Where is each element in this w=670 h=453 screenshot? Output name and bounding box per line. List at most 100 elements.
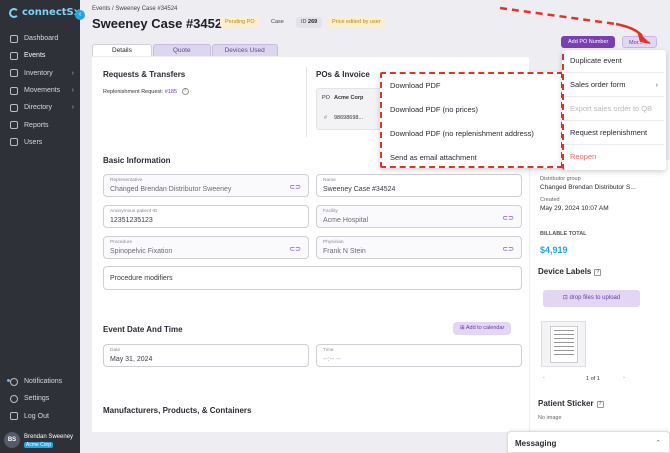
sidebar-item-dashboard[interactable]: Dashboard [0, 30, 80, 47]
field-label: Anonymous patient ID [110, 209, 158, 214]
field-value: --:-- -- [323, 356, 341, 363]
sidebar-item-settings[interactable]: Settings [0, 390, 80, 407]
help-icon: ? [181, 88, 189, 95]
sales-order-form-item[interactable]: Sales order form [570, 80, 625, 89]
gear-icon [10, 394, 18, 403]
next-page-icon[interactable]: › [623, 375, 625, 381]
field-value: May 31, 2024 [110, 356, 153, 363]
sidebar-item-movements[interactable]: Movements › [0, 82, 80, 99]
upload-icon: ⊡ [562, 295, 568, 301]
download-menu: Download PDF Download PDF (no prices) Do… [380, 72, 563, 168]
divider [306, 67, 307, 137]
procedure-modifiers-field[interactable]: Procedure modifiers [103, 266, 522, 290]
download-pdf-no-prices-item[interactable]: Download PDF (no prices) [390, 105, 478, 114]
tab-devices-used[interactable]: Devices Used [211, 44, 278, 56]
logo[interactable]: connectSx [9, 7, 80, 18]
chevron-right-icon: › [71, 104, 74, 112]
procedure-field[interactable]: Procedure Spinopelvic Fixation ⊂⊃ [103, 236, 309, 259]
messaging-title: Messaging [515, 439, 557, 448]
calendar-plus-icon: ⊞ [460, 325, 465, 331]
patient-sticker-title: Patient Sticker? [538, 399, 604, 408]
user-name: Brendan Sweeney [24, 433, 74, 440]
sidebar-bottom: Notifications Settings Log Out [0, 373, 80, 425]
download-pdf-item[interactable]: Download PDF [390, 81, 440, 90]
link-icon[interactable]: ⊂⊃ [502, 245, 514, 253]
sidebar-item-notifications[interactable]: Notifications [0, 373, 80, 390]
representative-field[interactable]: Representative Changed Brendan Distribut… [103, 174, 309, 197]
notification-dot [7, 379, 10, 382]
sidebar-item-events[interactable]: Events [0, 47, 80, 64]
reopen-item[interactable]: Reopen [570, 152, 596, 161]
facility-field[interactable]: Facility Acme Hospital ⊂⊃ [316, 205, 522, 228]
sidebar-item-label: Dashboard [24, 35, 59, 43]
hash-icon: # [324, 115, 328, 121]
sidebar-item-label: Log Out [24, 412, 49, 420]
sidebar-item-label: Events [24, 52, 46, 60]
pager: 1 of 1 [586, 376, 600, 382]
export-qb-item: Export sales order to QB [570, 104, 653, 113]
sidebar-item-directory[interactable]: Directory › [0, 99, 80, 116]
add-calendar-label: Add to calendar [465, 325, 505, 331]
grid-icon [10, 34, 18, 43]
download-pdf-no-replenishment-item[interactable]: Download PDF (no replenishment address) [390, 129, 534, 138]
help-icon[interactable]: ? [594, 269, 602, 276]
field-value: Frank N Stein [323, 248, 366, 255]
replenishment-link[interactable]: #185 [165, 89, 177, 95]
chevron-right-icon: › [71, 87, 74, 95]
prev-page-icon[interactable]: ‹ [543, 375, 545, 381]
add-po-number-button[interactable]: Add PO Number [561, 36, 616, 48]
date-field[interactable]: Date May 31, 2024 [103, 344, 309, 367]
add-to-calendar-button[interactable]: ⊞ Add to calendar [453, 322, 512, 335]
collapse-sidebar-button[interactable]: ‹ [75, 10, 85, 20]
sidebar-item-logout[interactable]: Log Out [0, 408, 80, 425]
sidebar-item-reports[interactable]: Reports [0, 116, 80, 133]
sidebar-item-label: Reports [24, 121, 49, 129]
patient-sticker-sub: No image [538, 415, 562, 421]
patient-sticker-text: Patient Sticker [538, 399, 594, 408]
book-icon [10, 103, 18, 112]
duplicate-event-item[interactable]: Duplicate event [570, 56, 622, 65]
field-label: Name [323, 178, 336, 183]
tab-quote[interactable]: Quote [152, 44, 211, 56]
device-label-thumbnail[interactable] [541, 321, 586, 367]
distributor-group-value: Changed Brendan Distributor S... [540, 184, 636, 191]
tab-details[interactable]: Details [92, 44, 152, 56]
replenishment-label: Replenishment Request: [103, 89, 164, 95]
billable-total-label: BILLABLE TOTAL [540, 231, 587, 237]
breadcrumb[interactable]: Events / Sweeney Case #34524 [92, 6, 177, 12]
field-label: Procedure [110, 240, 133, 245]
request-replenishment-item[interactable]: Request replenishment [570, 128, 647, 137]
po-prefix: PO [322, 95, 330, 101]
time-field[interactable]: Time --:-- -- [316, 344, 522, 367]
id-badge: ID 269 [296, 17, 323, 28]
chevron-up-icon[interactable]: ⌃ [655, 439, 661, 447]
created-label: Created [540, 197, 560, 203]
distributor-group-label: Distributor group [540, 176, 581, 182]
sidebar-item-inventory[interactable]: Inventory › [0, 65, 80, 82]
sidebar-item-label: Movements [24, 87, 61, 95]
sidebar-item-users[interactable]: Users [0, 134, 80, 151]
link-icon[interactable]: ⊂⊃ [289, 245, 301, 253]
anonymous-patient-id-field[interactable]: Anonymous patient ID 12351235123 [103, 205, 309, 228]
link-icon[interactable]: ⊂⊃ [502, 214, 514, 222]
tab-bar: Details Quote Devices Used [92, 44, 278, 56]
send-email-attachment-item[interactable]: Send as email attachment [390, 153, 477, 162]
drop-files-button[interactable]: ⊡ drop files to upload [543, 290, 640, 307]
po-number: 98698698... [334, 115, 364, 121]
menu-divider [564, 120, 664, 121]
name-field[interactable]: Name Sweeney Case #34524 [316, 174, 522, 197]
user-profile[interactable]: BS Brendan Sweeney Acme Corp [4, 430, 78, 450]
menu-divider [564, 144, 664, 145]
users-icon [10, 138, 18, 147]
link-icon[interactable]: ⊂⊃ [289, 183, 301, 191]
price-edited-badge: Price edited by user [327, 17, 386, 28]
physician-field[interactable]: Physician Frank N Stein ⊂⊃ [316, 236, 522, 259]
pos-invoice-title: POs & Invoice [316, 70, 370, 79]
more-button[interactable]: Mor... ••• [622, 36, 658, 48]
field-label: Physician [323, 240, 344, 245]
sidebar-item-label: Notifications [24, 378, 63, 386]
help-icon[interactable]: ? [596, 401, 604, 408]
messaging-panel[interactable]: Messaging ⌃ [507, 431, 670, 453]
billable-total-value: $4,919 [540, 245, 568, 255]
user-org-badge: Acme Corp [24, 441, 54, 448]
